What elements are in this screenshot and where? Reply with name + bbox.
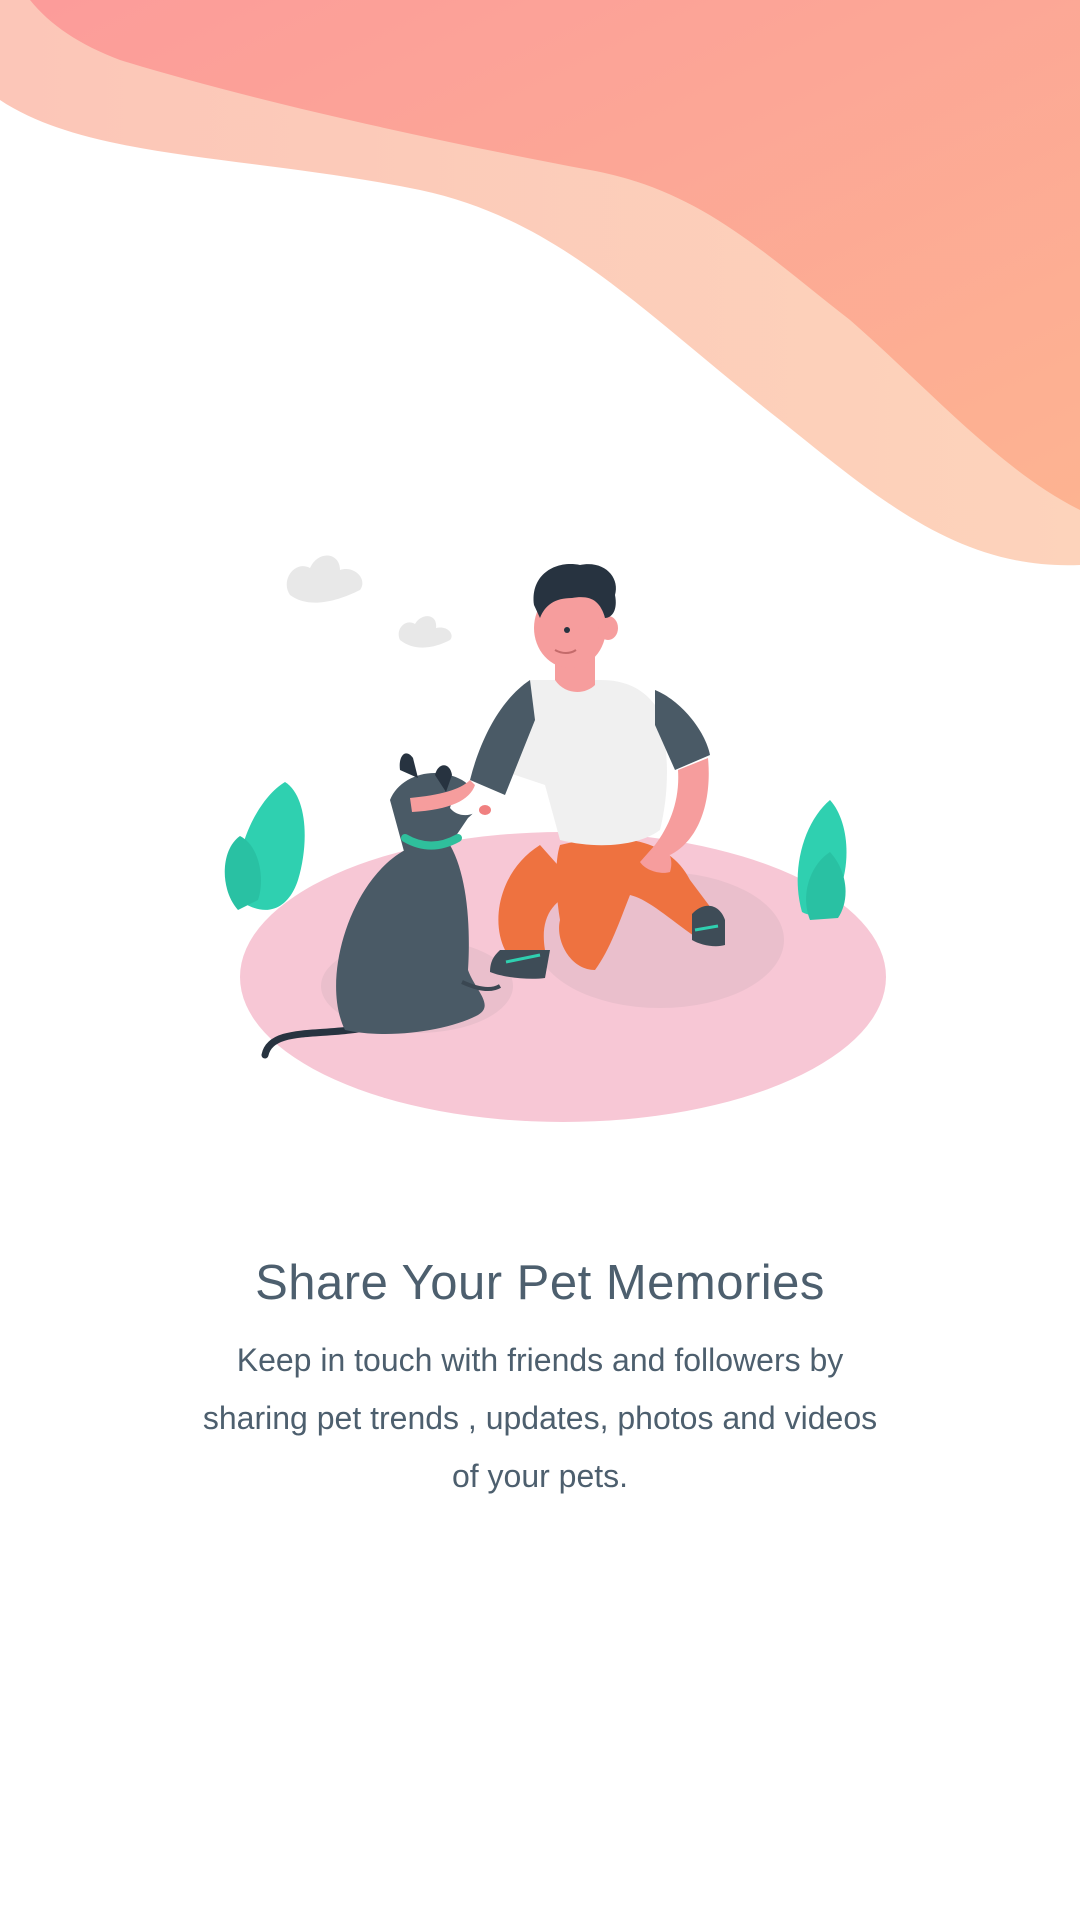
cloud-icon: [286, 555, 452, 648]
plant-right-icon: [797, 800, 847, 920]
plant-left-icon: [224, 782, 305, 910]
onboarding-description: Keep in touch with friends and followers…: [202, 1342, 878, 1494]
person-petting-dog-illustration: [224, 555, 886, 1122]
onboarding-text: Share Your Pet Memories Keep in touch wi…: [0, 1255, 1080, 1505]
page-title: Share Your Pet Memories: [255, 1256, 825, 1310]
